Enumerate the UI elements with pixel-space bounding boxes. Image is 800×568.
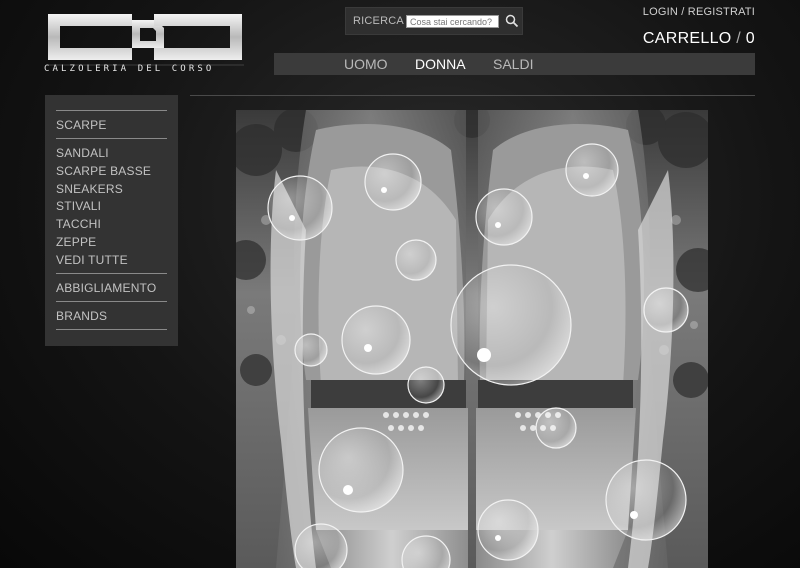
sidebar-divider: [56, 138, 167, 139]
nav-item-donna[interactable]: DONNA: [415, 56, 466, 72]
sidebar-item-tacchi[interactable]: TACCHI: [56, 217, 101, 231]
search-box: RICERCA: [345, 7, 523, 35]
cart-label: CARRELLO: [642, 30, 732, 47]
sidebar-item-sandali[interactable]: SANDALI: [56, 146, 109, 160]
content-divider: [190, 95, 755, 96]
login-link[interactable]: LOGIN: [643, 6, 678, 18]
search-icon[interactable]: [505, 14, 519, 28]
sidebar-item-stivali[interactable]: STIVALI: [56, 199, 101, 213]
account-links: LOGIN / REGISTRATI: [643, 6, 755, 18]
sidebar-item-vedi-tutte[interactable]: VEDI TUTTE: [56, 253, 128, 267]
sidebar-item-abbigliamento[interactable]: ABBIGLIAMENTO: [56, 281, 156, 295]
login-separator: /: [681, 6, 685, 18]
sidebar-divider: [56, 329, 167, 330]
search-label: RICERCA: [353, 15, 404, 27]
sidebar-item-brands[interactable]: BRANDS: [56, 309, 107, 323]
hero-image[interactable]: [236, 110, 708, 568]
logo[interactable]: CALZOLERIA DEL CORSO: [44, 10, 246, 76]
sidebar: SCARPE SANDALI SCARPE BASSE SNEAKERS STI…: [45, 95, 178, 346]
hero-photo: [236, 110, 708, 568]
cart-count: 0: [745, 30, 755, 47]
cart-link[interactable]: CARRELLO / 0: [643, 30, 755, 48]
nav-item-uomo[interactable]: UOMO: [344, 56, 388, 72]
sidebar-item-zeppe[interactable]: ZEPPE: [56, 235, 96, 249]
sidebar-divider: [56, 301, 167, 302]
logo-text: CALZOLERIA DEL CORSO: [44, 64, 215, 74]
main-nav: UOMO DONNA SALDI: [274, 53, 755, 75]
nav-item-saldi[interactable]: SALDI: [493, 56, 533, 72]
search-input[interactable]: [406, 15, 499, 28]
cart-separator: /: [736, 30, 742, 47]
register-link[interactable]: REGISTRATI: [688, 6, 755, 18]
sidebar-item-sneakers[interactable]: SNEAKERS: [56, 182, 123, 196]
sidebar-divider: [56, 273, 167, 274]
sidebar-category-scarpe[interactable]: SCARPE: [56, 118, 107, 132]
sidebar-item-scarpe-basse[interactable]: SCARPE BASSE: [56, 164, 151, 178]
sidebar-divider: [56, 110, 167, 111]
